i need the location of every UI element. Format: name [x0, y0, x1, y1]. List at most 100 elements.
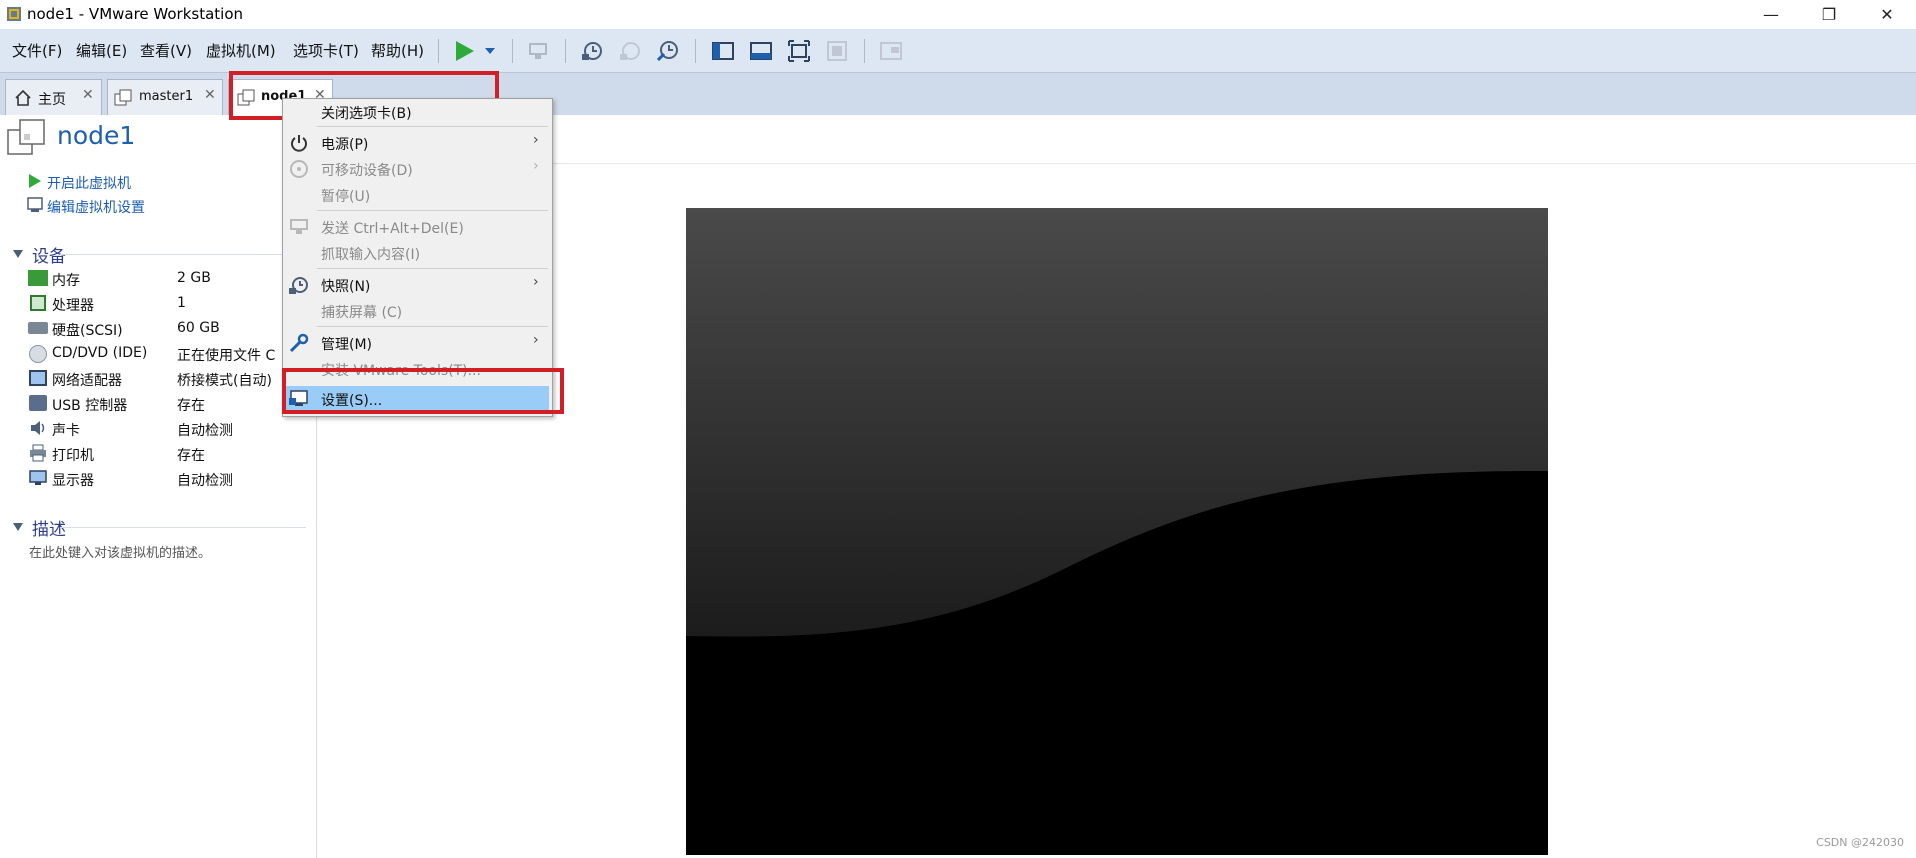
vm-summary-panel	[0, 115, 317, 858]
menu-item-send-ctrl-alt-del: 发送 Ctrl+Alt+Del(E)	[321, 221, 464, 237]
menu-item-power[interactable]: 电源(P)	[321, 134, 368, 154]
menu-separator	[317, 210, 548, 211]
snapshot-icon	[289, 277, 308, 294]
device-name[interactable]: 显示器	[52, 470, 94, 490]
device-value: 2 GB	[177, 270, 211, 286]
wrench-icon	[289, 333, 309, 353]
menu-separator	[317, 268, 548, 269]
menu-item-close-tab[interactable]: 关闭选项卡(B)	[321, 103, 412, 123]
submenu-arrow-icon: ›	[533, 132, 539, 148]
edit-vm-settings-link[interactable]: 编辑虚拟机设置	[47, 197, 145, 217]
play-icon	[29, 174, 41, 188]
printer-icon	[30, 444, 46, 462]
device-name[interactable]: CD/DVD (IDE)	[52, 345, 147, 361]
tab-master1-label: master1	[139, 89, 194, 104]
vm-name-title: node1	[57, 121, 136, 150]
collapse-triangle-icon[interactable]	[12, 249, 24, 259]
menu-tabs[interactable]: 选项卡(T)	[293, 40, 359, 61]
tab-home[interactable]: 主页 ✕	[5, 79, 102, 115]
harddisk-icon	[28, 322, 48, 334]
menu-item-grab-input: 抓取输入内容(I)	[321, 247, 421, 263]
thumbnail-bar-icon[interactable]	[749, 39, 773, 63]
section-divider	[60, 527, 306, 528]
snapshot-icon[interactable]	[580, 39, 604, 63]
annotation-highlight-box	[282, 368, 564, 414]
device-value: 桥接模式(自动)	[177, 373, 272, 389]
device-value: 存在	[177, 448, 205, 464]
header-divider	[316, 163, 1916, 164]
tab-close-icon[interactable]: ✕	[82, 87, 94, 103]
device-name[interactable]: 打印机	[52, 445, 94, 465]
memory-icon	[28, 270, 48, 286]
unity-icon	[827, 41, 847, 61]
submenu-arrow-icon: ›	[533, 158, 539, 174]
menu-view[interactable]: 查看(V)	[140, 40, 192, 61]
menu-item-snapshot[interactable]: 快照(N)	[321, 276, 370, 296]
device-value: 正在使用文件 C	[177, 348, 276, 364]
device-name[interactable]: 声卡	[52, 420, 80, 440]
cd-icon	[29, 345, 47, 363]
device-name[interactable]: 硬盘(SCSI)	[52, 320, 123, 340]
menu-item-pause: 暂停(U)	[321, 189, 371, 205]
toolbar-separator	[512, 39, 513, 63]
vm-large-icon	[7, 119, 45, 155]
submenu-arrow-icon: ›	[533, 332, 539, 348]
section-divider	[60, 254, 306, 255]
show-library-icon[interactable]	[711, 39, 735, 63]
send-ctrl-alt-del-icon[interactable]	[526, 39, 550, 63]
vmware-app-icon	[7, 7, 21, 21]
network-icon	[29, 370, 47, 386]
device-value: 存在	[177, 398, 205, 414]
snapshot-manager-icon[interactable]	[656, 39, 680, 63]
sound-icon	[31, 421, 45, 435]
tab-master1[interactable]: master1 ✕	[107, 79, 223, 115]
full-screen-icon[interactable]	[787, 39, 811, 63]
power-dropdown-icon[interactable]	[484, 46, 496, 56]
menu-item-manage[interactable]: 管理(M)	[321, 334, 372, 354]
toolbar-separator	[695, 39, 696, 63]
cpu-icon	[30, 295, 46, 311]
device-value: 自动检测	[177, 473, 233, 489]
power-on-play-icon[interactable]	[452, 39, 476, 63]
removable-device-icon	[290, 160, 308, 178]
toolbar-separator	[438, 39, 439, 63]
menu-toolbar-bar	[0, 29, 1916, 73]
display-icon	[29, 470, 47, 485]
edit-settings-icon	[27, 197, 43, 212]
toolbar-separator	[864, 39, 865, 63]
power-on-vm-link[interactable]: 开启此虚拟机	[47, 173, 131, 193]
watermark: CSDN @242030	[1816, 836, 1904, 849]
send-ctrl-alt-del-icon	[290, 219, 308, 234]
power-icon	[291, 135, 307, 152]
restore-button[interactable]: ❐	[1806, 0, 1852, 29]
screen-gloss	[686, 208, 1548, 637]
device-value: 自动检测	[177, 423, 233, 439]
minimize-button[interactable]: —	[1748, 0, 1794, 29]
device-value: 1	[177, 295, 186, 311]
revert-snapshot-icon	[620, 42, 640, 60]
home-icon	[15, 89, 31, 106]
description-field[interactable]: 在此处键入对该虚拟机的描述。	[29, 542, 211, 561]
menu-help[interactable]: 帮助(H)	[371, 40, 424, 61]
tab-close-icon[interactable]: ✕	[204, 87, 216, 103]
menu-item-removable-devices: 可移动设备(D)	[321, 163, 413, 179]
menu-item-capture-screen: 捕获屏幕 (C)	[321, 305, 403, 321]
tab-home-label: 主页	[38, 92, 66, 108]
device-value: 60 GB	[177, 320, 220, 336]
menu-edit[interactable]: 编辑(E)	[76, 40, 127, 61]
collapse-triangle-icon[interactable]	[12, 522, 24, 532]
device-name[interactable]: 处理器	[52, 295, 94, 315]
console-view-icon	[880, 42, 902, 60]
menu-file[interactable]: 文件(F)	[12, 40, 62, 61]
device-name[interactable]: USB 控制器	[52, 395, 127, 415]
menu-vm[interactable]: 虚拟机(M)	[206, 40, 276, 61]
device-name[interactable]: 网络适配器	[52, 370, 122, 390]
menu-separator	[317, 126, 548, 127]
usb-icon	[29, 395, 47, 411]
device-name[interactable]: 内存	[52, 270, 80, 290]
submenu-arrow-icon: ›	[533, 274, 539, 290]
vm-screen-preview[interactable]	[686, 208, 1548, 855]
window-title: node1 - VMware Workstation	[27, 5, 244, 23]
close-button[interactable]: ✕	[1864, 0, 1910, 29]
toolbar-separator	[565, 39, 566, 63]
